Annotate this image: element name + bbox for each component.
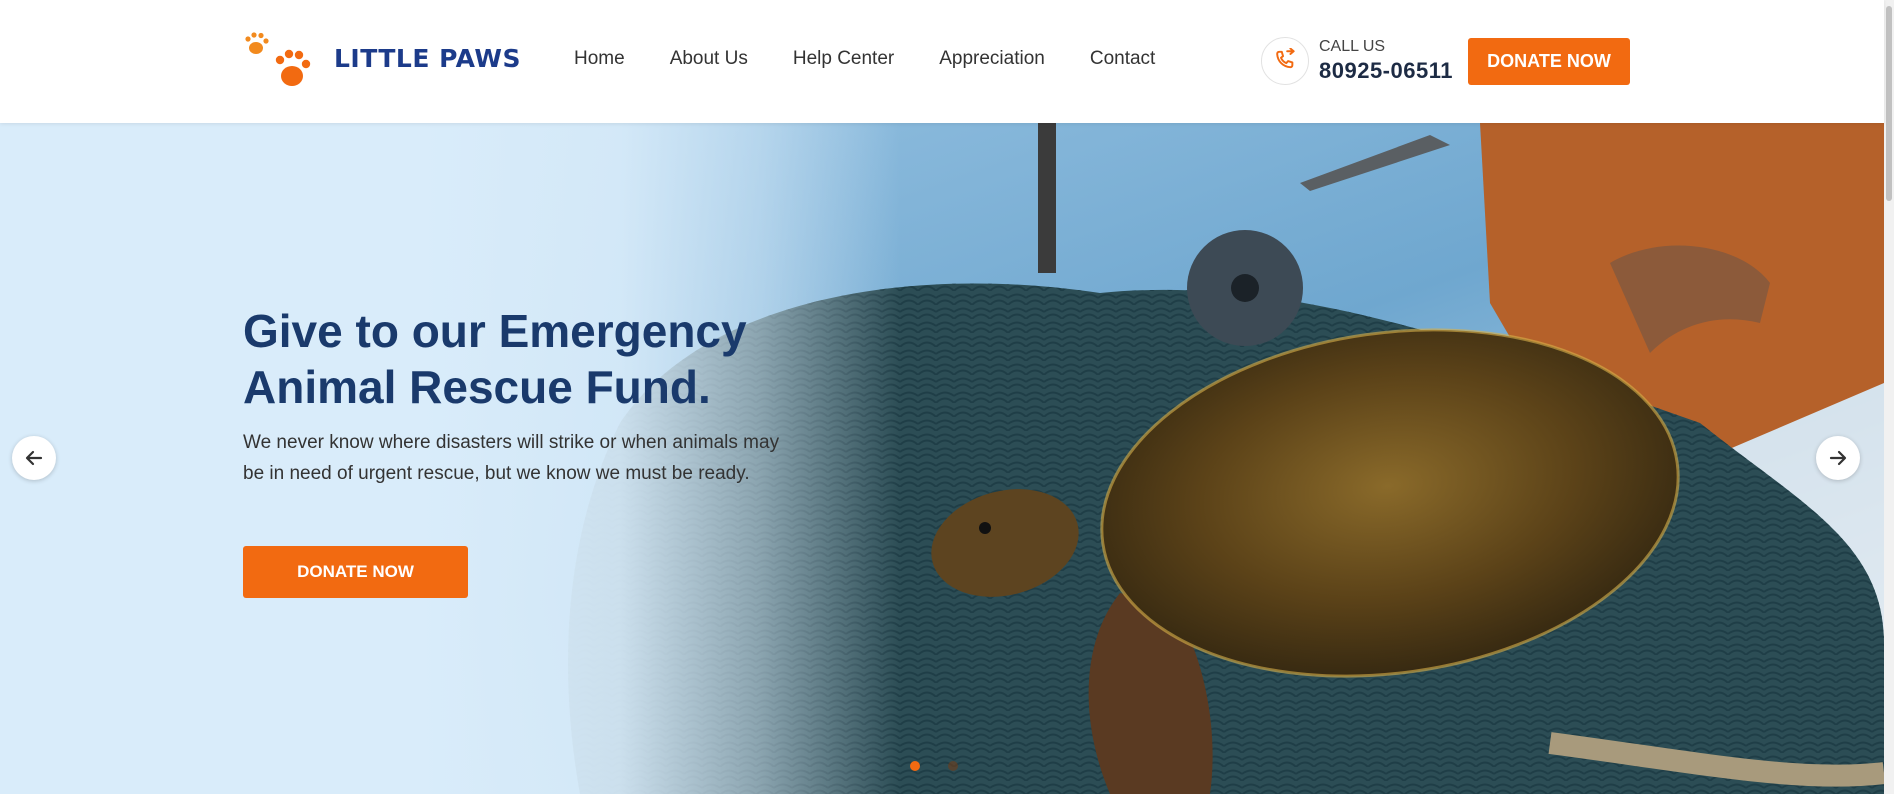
arrow-right-icon — [1829, 450, 1847, 466]
call-us-label: CALL US — [1319, 38, 1386, 55]
hero-title: Give to our Emergency Animal Rescue Fund… — [243, 305, 747, 413]
donate-now-header-button[interactable]: DONATE NOW — [1468, 38, 1630, 85]
brand-name: LITTLE PAWS — [334, 43, 521, 73]
phone-call-icon[interactable] — [1261, 37, 1309, 85]
nav-help-center[interactable]: Help Center — [793, 48, 894, 70]
hero-slider: Give to our Emergency Animal Rescue Fund… — [0, 123, 1884, 794]
slider-dot[interactable] — [910, 761, 920, 771]
call-us-number[interactable]: 80925-06511 — [1319, 58, 1453, 84]
donate-now-hero-button[interactable]: DONATE NOW — [243, 546, 468, 598]
site-header: LITTLE PAWS Home About Us Help Center Ap… — [0, 0, 1884, 123]
arrow-left-icon — [25, 450, 43, 466]
slider-next-button[interactable] — [1816, 436, 1860, 480]
slider-prev-button[interactable] — [12, 436, 56, 480]
slider-dot[interactable] — [948, 761, 958, 771]
hero-description: We never know where disasters will strik… — [243, 432, 780, 484]
scrollbar-thumb[interactable] — [1886, 6, 1892, 201]
nav-appreciation[interactable]: Appreciation — [939, 48, 1045, 70]
slider-dots — [910, 761, 986, 771]
logo[interactable]: LITTLE PAWS — [242, 26, 521, 90]
main-nav: Home About Us Help Center Appreciation C… — [574, 48, 1200, 70]
nav-contact[interactable]: Contact — [1090, 48, 1155, 70]
nav-home[interactable]: Home — [574, 48, 625, 70]
paw-prints-icon — [245, 32, 311, 86]
nav-about-us[interactable]: About Us — [670, 48, 748, 70]
